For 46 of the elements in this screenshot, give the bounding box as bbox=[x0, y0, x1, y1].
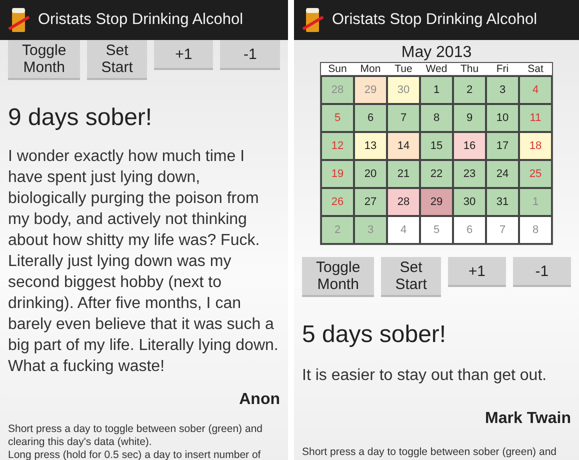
calendar-day[interactable]: 30 bbox=[453, 188, 486, 216]
calendar-day[interactable]: 8 bbox=[420, 104, 453, 132]
action-button[interactable]: Toggle Month bbox=[8, 40, 80, 80]
app-title: Oristats Stop Drinking Alcohol bbox=[38, 11, 244, 29]
days-sober-count: 5 days sober! bbox=[302, 321, 448, 349]
calendar-day[interactable]: 9 bbox=[453, 104, 486, 132]
action-button[interactable]: +1 bbox=[154, 40, 214, 70]
calendar-day[interactable]: 28 bbox=[387, 188, 420, 216]
action-button[interactable]: Set Start bbox=[87, 40, 147, 80]
app-title: Oristats Stop Drinking Alcohol bbox=[332, 11, 538, 29]
calendar-day[interactable]: 16 bbox=[453, 132, 486, 160]
calendar-day[interactable]: 23 bbox=[453, 160, 486, 188]
calendar-day[interactable]: 21 bbox=[387, 160, 420, 188]
calendar-day[interactable]: 1 bbox=[420, 76, 453, 104]
calendar-month: May 2013 bbox=[401, 44, 472, 62]
calendar-day[interactable]: 6 bbox=[354, 104, 387, 132]
action-button[interactable]: -1 bbox=[220, 40, 280, 70]
action-button[interactable]: -1 bbox=[512, 257, 571, 287]
days-sober-count: 9 days sober! bbox=[8, 104, 154, 132]
help-text: Short press a day to toggle between sober (green) and bbox=[302, 446, 558, 459]
calendar-day[interactable]: 31 bbox=[486, 188, 519, 216]
calendar-day[interactable]: 14 bbox=[387, 132, 420, 160]
calendar-day[interactable]: 24 bbox=[486, 160, 519, 188]
calendar-day[interactable]: 2 bbox=[453, 76, 486, 104]
calendar-day[interactable]: 17 bbox=[486, 132, 519, 160]
calendar-day[interactable]: 3 bbox=[486, 76, 519, 104]
action-button[interactable]: Set Start bbox=[381, 257, 441, 297]
calendar-day[interactable]: 10 bbox=[486, 104, 519, 132]
action-button[interactable]: +1 bbox=[448, 257, 506, 287]
quote-text: I wonder exactly how much time I have spent just lying down, biologically purging the poison from my body, and actively not thinking about how shitty my life was? Fuck. Literally just lying down was my second biggest hobby (next to drinking). After five months, I can barely even believe that it was such a big part of my life. Literally lying down. What a fucking waste! bbox=[8, 147, 280, 377]
beer-icon bbox=[8, 7, 30, 33]
quote-text: It is easier to stay out than get out. bbox=[302, 366, 548, 386]
help-text: Long press (hold for 0.5 sec) a day to insert number of bbox=[8, 449, 262, 460]
action-button[interactable]: Toggle Month bbox=[302, 257, 374, 297]
calendar-day[interactable]: 29 bbox=[420, 188, 453, 216]
calendar-day[interactable]: 18 bbox=[519, 132, 552, 160]
quote-author: Anon bbox=[239, 391, 280, 409]
quote-author: Mark Twain bbox=[485, 410, 571, 428]
help-text: Short press a day to toggle between sober (green) and clearing this day's data (white). bbox=[8, 423, 264, 449]
calendar-day[interactable]: 22 bbox=[420, 160, 453, 188]
calendar-day[interactable]: 13 bbox=[354, 132, 387, 160]
beer-icon bbox=[302, 7, 324, 33]
calendar-day[interactable]: 7 bbox=[387, 104, 420, 132]
calendar-day[interactable]: 27 bbox=[354, 188, 387, 216]
calendar-day[interactable]: 20 bbox=[354, 160, 387, 188]
calendar-day[interactable]: 15 bbox=[420, 132, 453, 160]
